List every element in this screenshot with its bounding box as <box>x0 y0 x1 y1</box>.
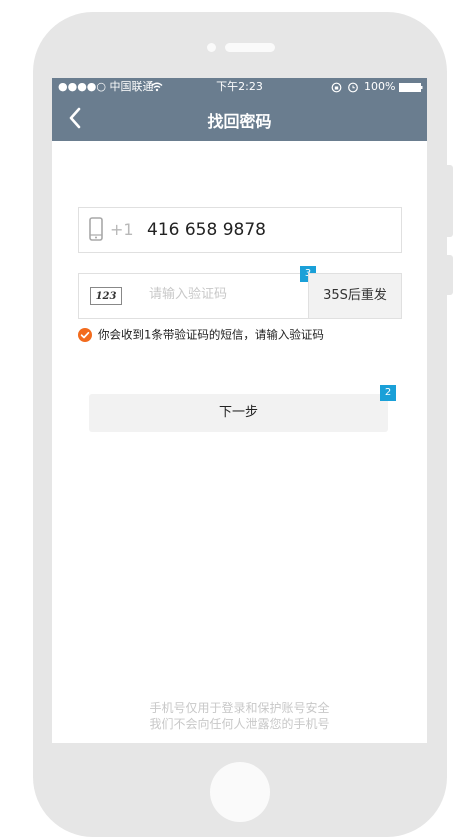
status-bar: ●●●●○ 中国联通 下午2:23 100% <box>52 78 427 96</box>
phone-number-field[interactable]: +1 416 658 9878 <box>78 207 402 253</box>
phone-number-value: 416 658 9878 <box>147 220 266 240</box>
verification-code-field: 123 <box>78 273 310 319</box>
battery-icon <box>399 83 423 92</box>
navigation-bar: 找回密码 <box>52 96 427 141</box>
lock-rotation-icon <box>331 82 342 93</box>
check-circle-icon <box>78 327 92 342</box>
front-camera <box>207 43 216 52</box>
battery-percent: 100% <box>364 80 396 93</box>
resend-code-button[interactable]: 35S后重发 <box>308 273 402 319</box>
verification-code-input[interactable] <box>147 286 301 303</box>
home-button[interactable] <box>210 762 270 822</box>
page-title: 找回密码 <box>207 112 272 131</box>
side-button-upper <box>447 165 453 237</box>
sms-notice-text: 你会收到1条带验证码的短信，请输入验证码 <box>98 327 324 342</box>
captcha-123-icon: 123 <box>90 287 122 305</box>
privacy-note-line-1: 手机号仅用于登录和保护账号安全 <box>149 701 330 715</box>
earpiece-speaker <box>225 43 275 52</box>
next-step-button[interactable]: 下一步 <box>89 394 388 432</box>
annotation-badge-2: 2 <box>380 385 396 401</box>
app-screen: ●●●●○ 中国联通 下午2:23 100% 找回密码 +1 416 658 9… <box>52 78 427 743</box>
sms-notice: 你会收到1条带验证码的短信，请输入验证码 <box>78 326 324 343</box>
country-code[interactable]: +1 <box>110 220 134 239</box>
mobile-phone-icon <box>89 217 103 241</box>
side-button-lower <box>447 255 453 295</box>
alarm-icon <box>348 82 358 93</box>
privacy-note-line-2: 我们不会向任何人泄露您的手机号 <box>149 717 330 731</box>
